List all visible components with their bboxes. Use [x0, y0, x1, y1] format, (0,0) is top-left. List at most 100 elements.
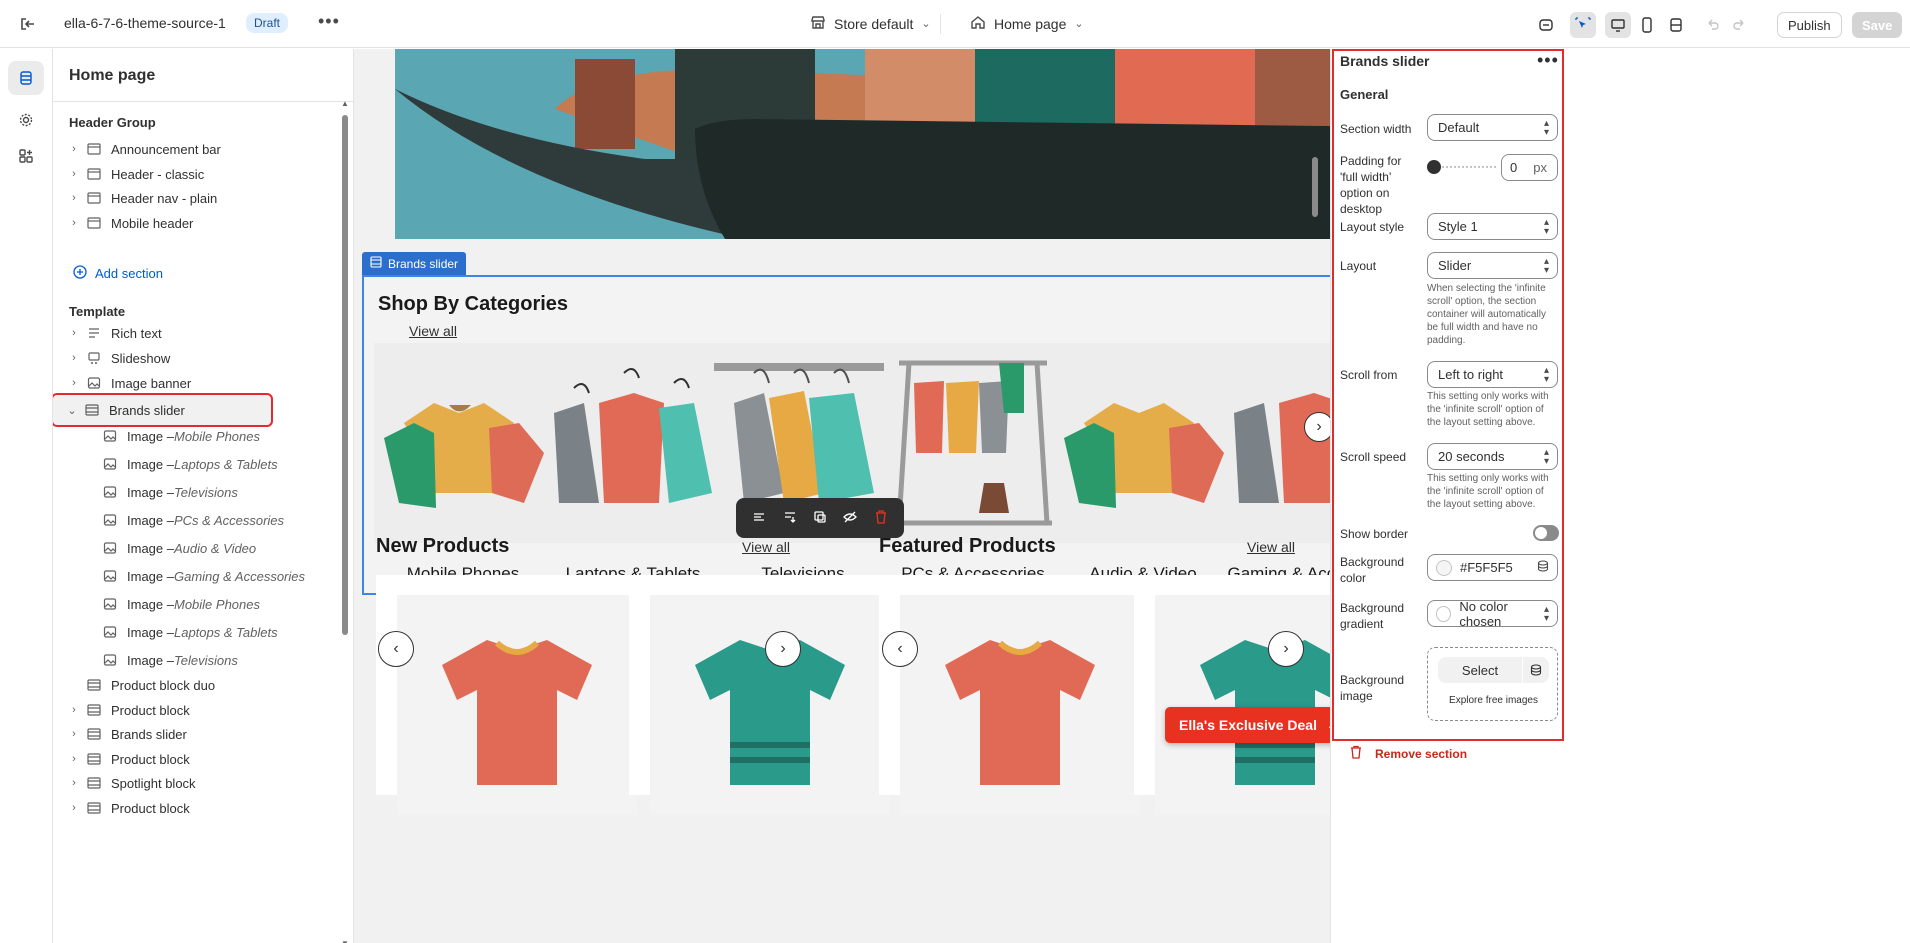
undo-icon[interactable]	[1700, 12, 1726, 38]
fullscreen-icon[interactable]	[1663, 12, 1689, 38]
chevron-right-icon[interactable]: ›	[65, 377, 83, 389]
category-card[interactable]	[1054, 343, 1232, 543]
padding-slider-knob[interactable]	[1427, 160, 1441, 174]
sidebar-item-header-classic[interactable]: › Header - classic	[65, 161, 335, 187]
inspector-cursor-icon[interactable]	[1570, 12, 1596, 38]
slider-prev-button[interactable]: ‹	[882, 631, 918, 667]
remove-section-button[interactable]: Remove section	[1349, 745, 1467, 762]
select-image-button[interactable]: Select	[1438, 657, 1522, 683]
category-card[interactable]	[884, 343, 1062, 543]
sidebar-item-rich-text[interactable]: › Rich text	[65, 320, 335, 346]
publish-button[interactable]: Publish	[1777, 12, 1842, 38]
block-item[interactable]: Image – Televisions	[99, 647, 353, 673]
scrollbar-thumb[interactable]	[1312, 157, 1318, 217]
delete-icon[interactable]	[873, 509, 889, 528]
block-name: Mobile Phones	[173, 596, 260, 612]
move-down-icon[interactable]	[782, 509, 798, 528]
sidebar-item-image-banner[interactable]: › Image banner	[65, 370, 335, 396]
chevron-right-icon[interactable]: ›	[65, 728, 83, 740]
sidebar-item-product-block[interactable]: › Product block	[65, 746, 335, 772]
product-card[interactable]	[376, 575, 659, 815]
sidebar-item-product-block-duo[interactable]: Product block duo	[65, 672, 335, 698]
sidebar-item-slideshow[interactable]: › Slideshow	[65, 345, 335, 371]
sidebar-item-announcement-bar[interactable]: › Announcement bar	[65, 136, 335, 162]
view-all-link[interactable]: View all	[409, 323, 457, 339]
redo-icon[interactable]	[1726, 12, 1752, 38]
product-card[interactable]	[629, 575, 912, 815]
promo-button[interactable]: Ella's Exclusive Deal ▲	[1165, 707, 1351, 743]
sidebar-item-spotlight-block[interactable]: › Spotlight block	[65, 770, 335, 796]
padding-input[interactable]: 0 px	[1501, 154, 1558, 181]
sidebar-item-header-nav[interactable]: › Header nav - plain	[65, 185, 335, 211]
chevron-right-icon[interactable]: ›	[65, 777, 83, 789]
apps-icon[interactable]	[8, 139, 44, 173]
block-item[interactable]: Image – Audio & Video	[99, 535, 353, 561]
database-icon[interactable]	[1523, 657, 1549, 683]
chevron-down-icon[interactable]: ⌄	[63, 404, 81, 417]
move-up-icon[interactable]	[751, 509, 767, 528]
block-item[interactable]: Image – Laptops & Tablets	[99, 451, 353, 477]
layout-style-select[interactable]: Style 1 ▴ ▾	[1427, 213, 1558, 240]
block-item[interactable]: Image – Mobile Phones	[99, 423, 353, 449]
chevron-right-icon[interactable]: ›	[65, 753, 83, 765]
chevron-right-icon[interactable]: ›	[65, 327, 83, 339]
exit-icon[interactable]	[18, 14, 38, 34]
view-all-link[interactable]: View all	[742, 539, 790, 555]
sidebar-item-product-block[interactable]: › Product block	[65, 795, 335, 821]
category-card[interactable]	[374, 343, 552, 543]
mobile-view-icon[interactable]	[1634, 12, 1660, 38]
chevron-right-icon[interactable]: ›	[65, 704, 83, 716]
explore-images-link[interactable]: Explore free images	[1428, 695, 1559, 706]
add-section-button[interactable]: Add section	[73, 265, 163, 282]
sections-icon[interactable]	[8, 61, 44, 95]
sidebar-scrollbar[interactable]: ▲ ▼	[341, 99, 349, 943]
slider-prev-button[interactable]: ‹	[378, 631, 414, 667]
sidebar-item-mobile-header[interactable]: › Mobile header	[65, 210, 335, 236]
page-selector[interactable]: Home page ⌄	[970, 14, 1084, 33]
settings-gear-icon[interactable]	[8, 103, 44, 137]
block-item[interactable]: Image – Mobile Phones	[99, 591, 353, 617]
view-all-link[interactable]: View all	[1247, 539, 1295, 555]
chevron-right-icon[interactable]: ›	[65, 168, 83, 180]
hide-icon[interactable]	[842, 509, 858, 528]
block-item[interactable]: Image – PCs & Accessories	[99, 507, 353, 533]
general-heading: General	[1340, 87, 1389, 102]
desktop-view-icon[interactable]	[1605, 12, 1631, 38]
scrollbar-thumb[interactable]	[342, 115, 348, 635]
canvas-scrollbar[interactable]	[1310, 49, 1320, 919]
chevron-right-icon[interactable]: ›	[65, 143, 83, 155]
chevron-right-icon[interactable]: ›	[65, 802, 83, 814]
section-width-select[interactable]: Default ▴ ▾	[1427, 114, 1558, 141]
save-button[interactable]: Save	[1852, 12, 1903, 38]
padding-slider-track[interactable]	[1434, 166, 1496, 170]
chevron-right-icon[interactable]: ›	[65, 217, 83, 229]
bg-gradient-picker[interactable]: No color chosen ▴ ▾	[1427, 599, 1558, 629]
scroll-speed-select[interactable]: 20 seconds ▴ ▾	[1427, 443, 1558, 470]
block-name: Laptops & Tablets	[173, 624, 278, 640]
scroll-from-select[interactable]: Left to right ▴ ▾	[1427, 361, 1558, 388]
sidebar-item-brands-slider[interactable]: ⌄ Brands slider	[53, 393, 273, 427]
chevron-right-icon[interactable]: ›	[65, 352, 83, 364]
sidebar-item-product-block[interactable]: › Product block	[65, 697, 335, 723]
slider-next-button[interactable]: ›	[1268, 631, 1304, 667]
store-selector[interactable]: Store default ⌄	[810, 14, 931, 33]
chevron-right-icon[interactable]: ›	[65, 192, 83, 204]
more-actions-icon[interactable]: •••	[1537, 50, 1559, 71]
product-card[interactable]	[879, 575, 1162, 815]
more-actions-icon[interactable]: •••	[318, 11, 340, 32]
sidebar-item-brands-slider-2[interactable]: › Brands slider	[65, 721, 335, 747]
category-card[interactable]	[544, 343, 722, 543]
block-item[interactable]: Image – Laptops & Tablets	[99, 619, 353, 645]
block-item[interactable]: Image – Gaming & Accessories	[99, 563, 353, 589]
scroll-down-icon[interactable]: ▼	[341, 939, 349, 943]
database-icon[interactable]	[1537, 560, 1549, 575]
layout-select[interactable]: Slider ▴ ▾	[1427, 252, 1558, 279]
slider-next-button[interactable]: ›	[765, 631, 801, 667]
section-tag[interactable]: Brands slider	[362, 252, 467, 275]
duplicate-icon[interactable]	[812, 509, 828, 528]
block-item[interactable]: Image – Televisions	[99, 479, 353, 505]
theme-app-icon[interactable]	[1533, 12, 1559, 38]
bg-color-picker[interactable]: #F5F5F5	[1427, 554, 1558, 581]
show-border-toggle[interactable]	[1533, 525, 1559, 541]
scroll-up-icon[interactable]: ▲	[341, 99, 349, 108]
